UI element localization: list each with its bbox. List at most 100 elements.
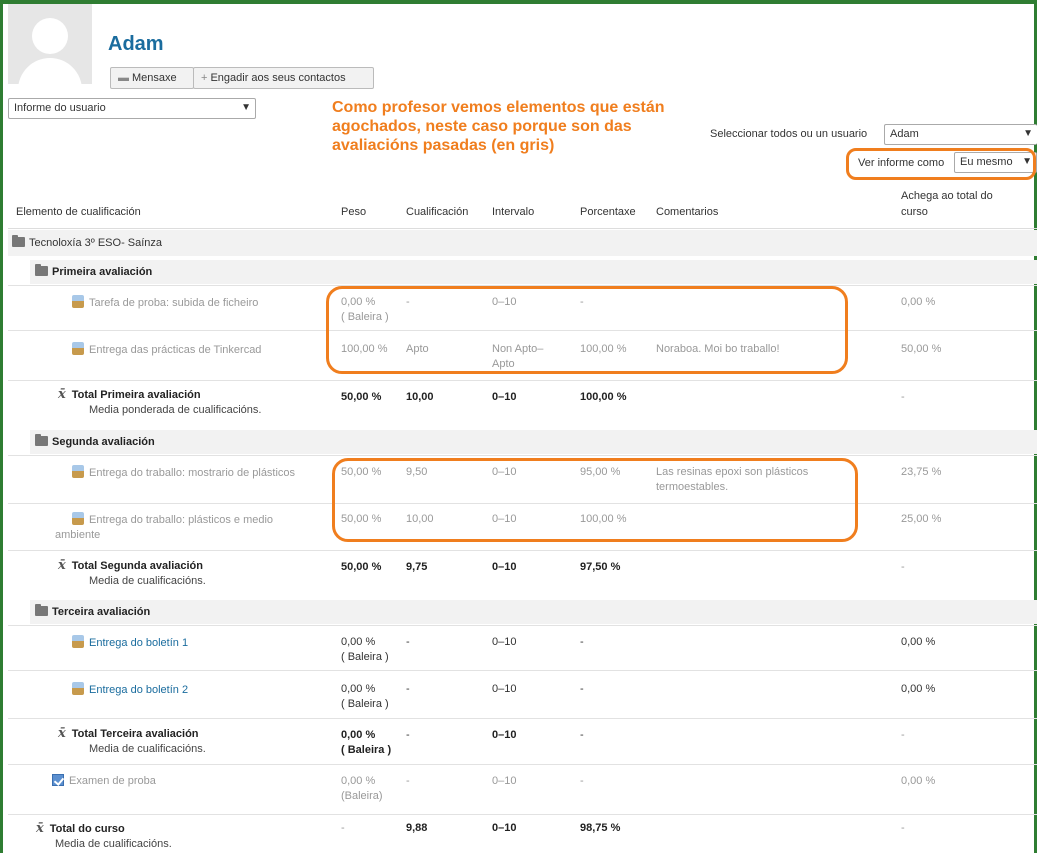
header-contrib-line2: curso [901,206,928,218]
contrib-cell: - [901,561,905,573]
table-row: Entrega do boletín 1 0,00 %( Baleira ) -… [8,625,1037,670]
header-weight: Peso [341,206,367,218]
contrib-cell: 0,00 % [901,296,936,308]
course-total-row: x̄ Total do curso Media de cualificacións… [8,814,1037,853]
report-type-select[interactable]: Informe do usuario ▼ [8,98,256,119]
item-link[interactable]: Entrega do boletín 2 [72,682,188,698]
contrib-cell: - [901,391,905,403]
item-name: Entrega do traballo: mostrario de plásti… [72,465,295,481]
item-link[interactable]: Entrega do boletín 1 [72,635,188,651]
chevron-down-icon: ▼ [1023,128,1033,139]
weight-cell: 50,00 % [341,561,382,573]
hidden-items-highlight-1 [326,286,848,374]
header-percent: Porcentaxe [580,206,636,218]
category-name-cell: Segunda avaliación [35,434,155,450]
assignment-icon [72,295,84,308]
course-name: Tecnoloxía 3º ESO- Saínza [29,237,163,249]
range-cell: 0–10 [492,636,517,648]
select-user-value: Adam [890,128,919,140]
grade-cell: 10,00 [406,391,434,403]
total-aggregation: Media de cualificacións. [89,575,206,587]
assignment-icon [72,635,84,648]
weight-cell: 0,00 %( Baleira ) [341,636,389,663]
category-name: Segunda avaliación [52,436,155,448]
total-name: x̄ Total Segunda avaliación [58,558,203,573]
range-cell: 0–10 [492,561,517,573]
assignment-icon [72,682,84,695]
mean-icon: x̄ [58,558,66,573]
category-total-row: x̄ Total Terceira avaliación Media de cua… [8,718,1037,764]
item-name: Entrega das prácticas de Tinkercad [72,342,261,358]
user-name[interactable]: Adam [108,33,164,56]
total-aggregation: Media de cualificacións. [89,743,206,755]
total-aggregation: Media de cualificacións. [55,838,172,850]
grade-cell: - [406,636,410,648]
header-item: Elemento de cualificación [16,206,141,218]
item-name-line2: ambiente [55,529,101,541]
assignment-icon [72,512,84,525]
plus-icon: + [201,72,208,84]
total-name: x̄ Total do curso [36,821,125,836]
table-row: Entrega do boletín 2 0,00 %( Baleira ) -… [8,670,1037,718]
folder-icon [35,264,48,276]
item-name: Examen de proba [52,774,156,789]
header-range: Intervalo [492,206,535,218]
annotation-line-3: avaliacións pasadas (en gris) [332,137,555,154]
item-name: Entrega do traballo: plásticos e medio [72,512,273,528]
quiz-icon [52,774,64,786]
grade-cell: 9,75 [406,561,428,573]
grade-cell: - [406,775,410,787]
annotation-line-1: Como profesor vemos elementos que están [332,99,665,116]
item-name: Tarefa de proba: subida de ficheiro [72,295,258,311]
header-divider [8,228,1037,229]
select-user-dropdown[interactable]: Adam ▼ [884,124,1037,145]
table-row: Examen de proba 0,00 % (Baleira) - 0–10 -… [8,764,1037,814]
assignment-icon [72,465,84,478]
category-name-cell: Primeira avaliación [35,264,153,280]
category-total-row: x̄ Total Primeira avaliación Media ponder… [8,380,1037,428]
weight-cell: 50,00 % [341,391,382,403]
percent-cell: - [580,683,584,695]
add-contact-button[interactable]: + Engadir aos seus contactos [193,67,374,89]
range-cell: 0–10 [492,775,517,787]
contrib-cell: - [901,729,905,741]
range-cell: 0–10 [492,822,517,834]
select-user-label: Seleccionar todos ou un usuario [710,128,868,140]
add-contact-label: Engadir aos seus contactos [210,72,346,84]
contrib-cell: 0,00 % [901,775,936,787]
avatar-head-shape [32,18,68,54]
contrib-cell: 0,00 % [901,683,936,695]
annotation-line-2: agochados, neste caso porque son das [332,118,632,135]
weight-cell: 0,00 %( Baleira ) [341,683,389,710]
avatar[interactable] [8,4,92,84]
contrib-cell: 50,00 % [901,343,942,355]
message-button[interactable]: ▬ Mensaxe [110,67,194,89]
total-aggregation: Media ponderada de cualificacións. [89,404,262,416]
chat-icon: ▬ [118,72,129,84]
range-cell: 0–10 [492,683,517,695]
contrib-cell: 25,00 % [901,513,942,525]
weight-cell: 0,00 %( Baleira ) [341,729,392,756]
contrib-cell: 23,75 % [901,466,942,478]
contrib-cell: 0,00 % [901,636,936,648]
chevron-down-icon: ▼ [241,102,251,113]
category-name: Primeira avaliación [52,266,153,278]
annotation-text: Como profesor vemos elementos que están … [332,98,712,155]
range-cell: 0–10 [492,391,517,403]
grade-cell: - [406,683,410,695]
percent-cell: 100,00 % [580,391,627,403]
total-name: x̄ Total Terceira avaliación [58,726,199,741]
mean-icon: x̄ [58,726,66,741]
category-total-row: x̄ Total Segunda avaliación Media de cual… [8,550,1037,598]
percent-cell: - [580,729,584,741]
message-button-label: Mensaxe [132,72,177,84]
header-contrib-line1: Achega ao total do [901,190,993,202]
top-border [0,0,1037,4]
hidden-items-highlight-2 [332,458,858,542]
grade-cell: 9,88 [406,822,428,834]
course-row: Tecnoloxía 3º ESO- Saínza [8,230,1037,256]
category-name-cell: Terceira avaliación [35,604,150,620]
range-cell: 0–10 [492,729,517,741]
mean-icon: x̄ [58,387,66,402]
category-row: Terceira avaliación [30,600,1037,624]
